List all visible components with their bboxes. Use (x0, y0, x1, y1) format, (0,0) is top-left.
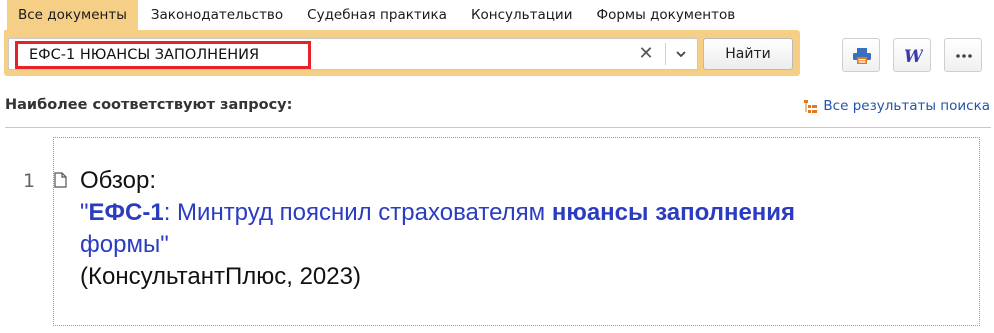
tab-court-practice[interactable]: Судебная практика (296, 0, 458, 30)
result-prefix: Обзор: (80, 167, 156, 194)
search-panel: ✕ Найти (4, 30, 800, 76)
list-tree-icon (804, 99, 818, 113)
more-button[interactable] (944, 38, 982, 72)
result-title-highlight: ЕФС-1 (88, 199, 164, 226)
tab-legislation[interactable]: Законодательство (140, 0, 294, 30)
results-heading: Наиболее соответствуют запросу: (5, 97, 293, 113)
document-icon (54, 172, 67, 188)
result-title-highlight: нюансы (551, 199, 649, 226)
find-button[interactable]: Найти (703, 38, 793, 70)
word-letter: W (904, 47, 923, 66)
word-icon: W (904, 47, 923, 66)
result-item: Обзор: "ЕФС-1: Минтруд пояснил страховат… (80, 165, 840, 293)
all-results-link[interactable]: Все результаты поиска (804, 98, 990, 114)
document-type-tabs: Все документы Законодательство Судебная … (7, 0, 746, 30)
all-results-label[interactable]: Все результаты поиска (823, 98, 990, 114)
result-number: 1 (23, 170, 36, 192)
result-title-link[interactable]: "ЕФС-1: Минтруд пояснил страхователям ню… (80, 197, 840, 261)
result-title-text: " (80, 199, 89, 226)
print-button[interactable] (842, 38, 880, 72)
printer-icon (853, 48, 871, 64)
result-title-text: : Минтруд пояснил страхователям (163, 199, 552, 226)
clear-icon[interactable]: ✕ (637, 45, 655, 63)
more-icon (956, 54, 972, 58)
search-input[interactable] (15, 41, 311, 69)
tab-all-documents[interactable]: Все документы (7, 0, 138, 30)
search-box: ✕ (8, 38, 698, 70)
export-word-button[interactable]: W (893, 38, 931, 72)
result-title-text: формы" (80, 231, 169, 258)
tab-document-forms[interactable]: Формы документов (585, 0, 746, 30)
tab-consultations[interactable]: Консультации (460, 0, 584, 30)
divider (665, 43, 666, 65)
chevron-down-icon[interactable] (674, 47, 688, 61)
result-source: (КонсультантПлюс, 2023) (80, 263, 361, 290)
result-title-highlight: заполнения (655, 199, 796, 226)
divider-line (5, 127, 991, 128)
